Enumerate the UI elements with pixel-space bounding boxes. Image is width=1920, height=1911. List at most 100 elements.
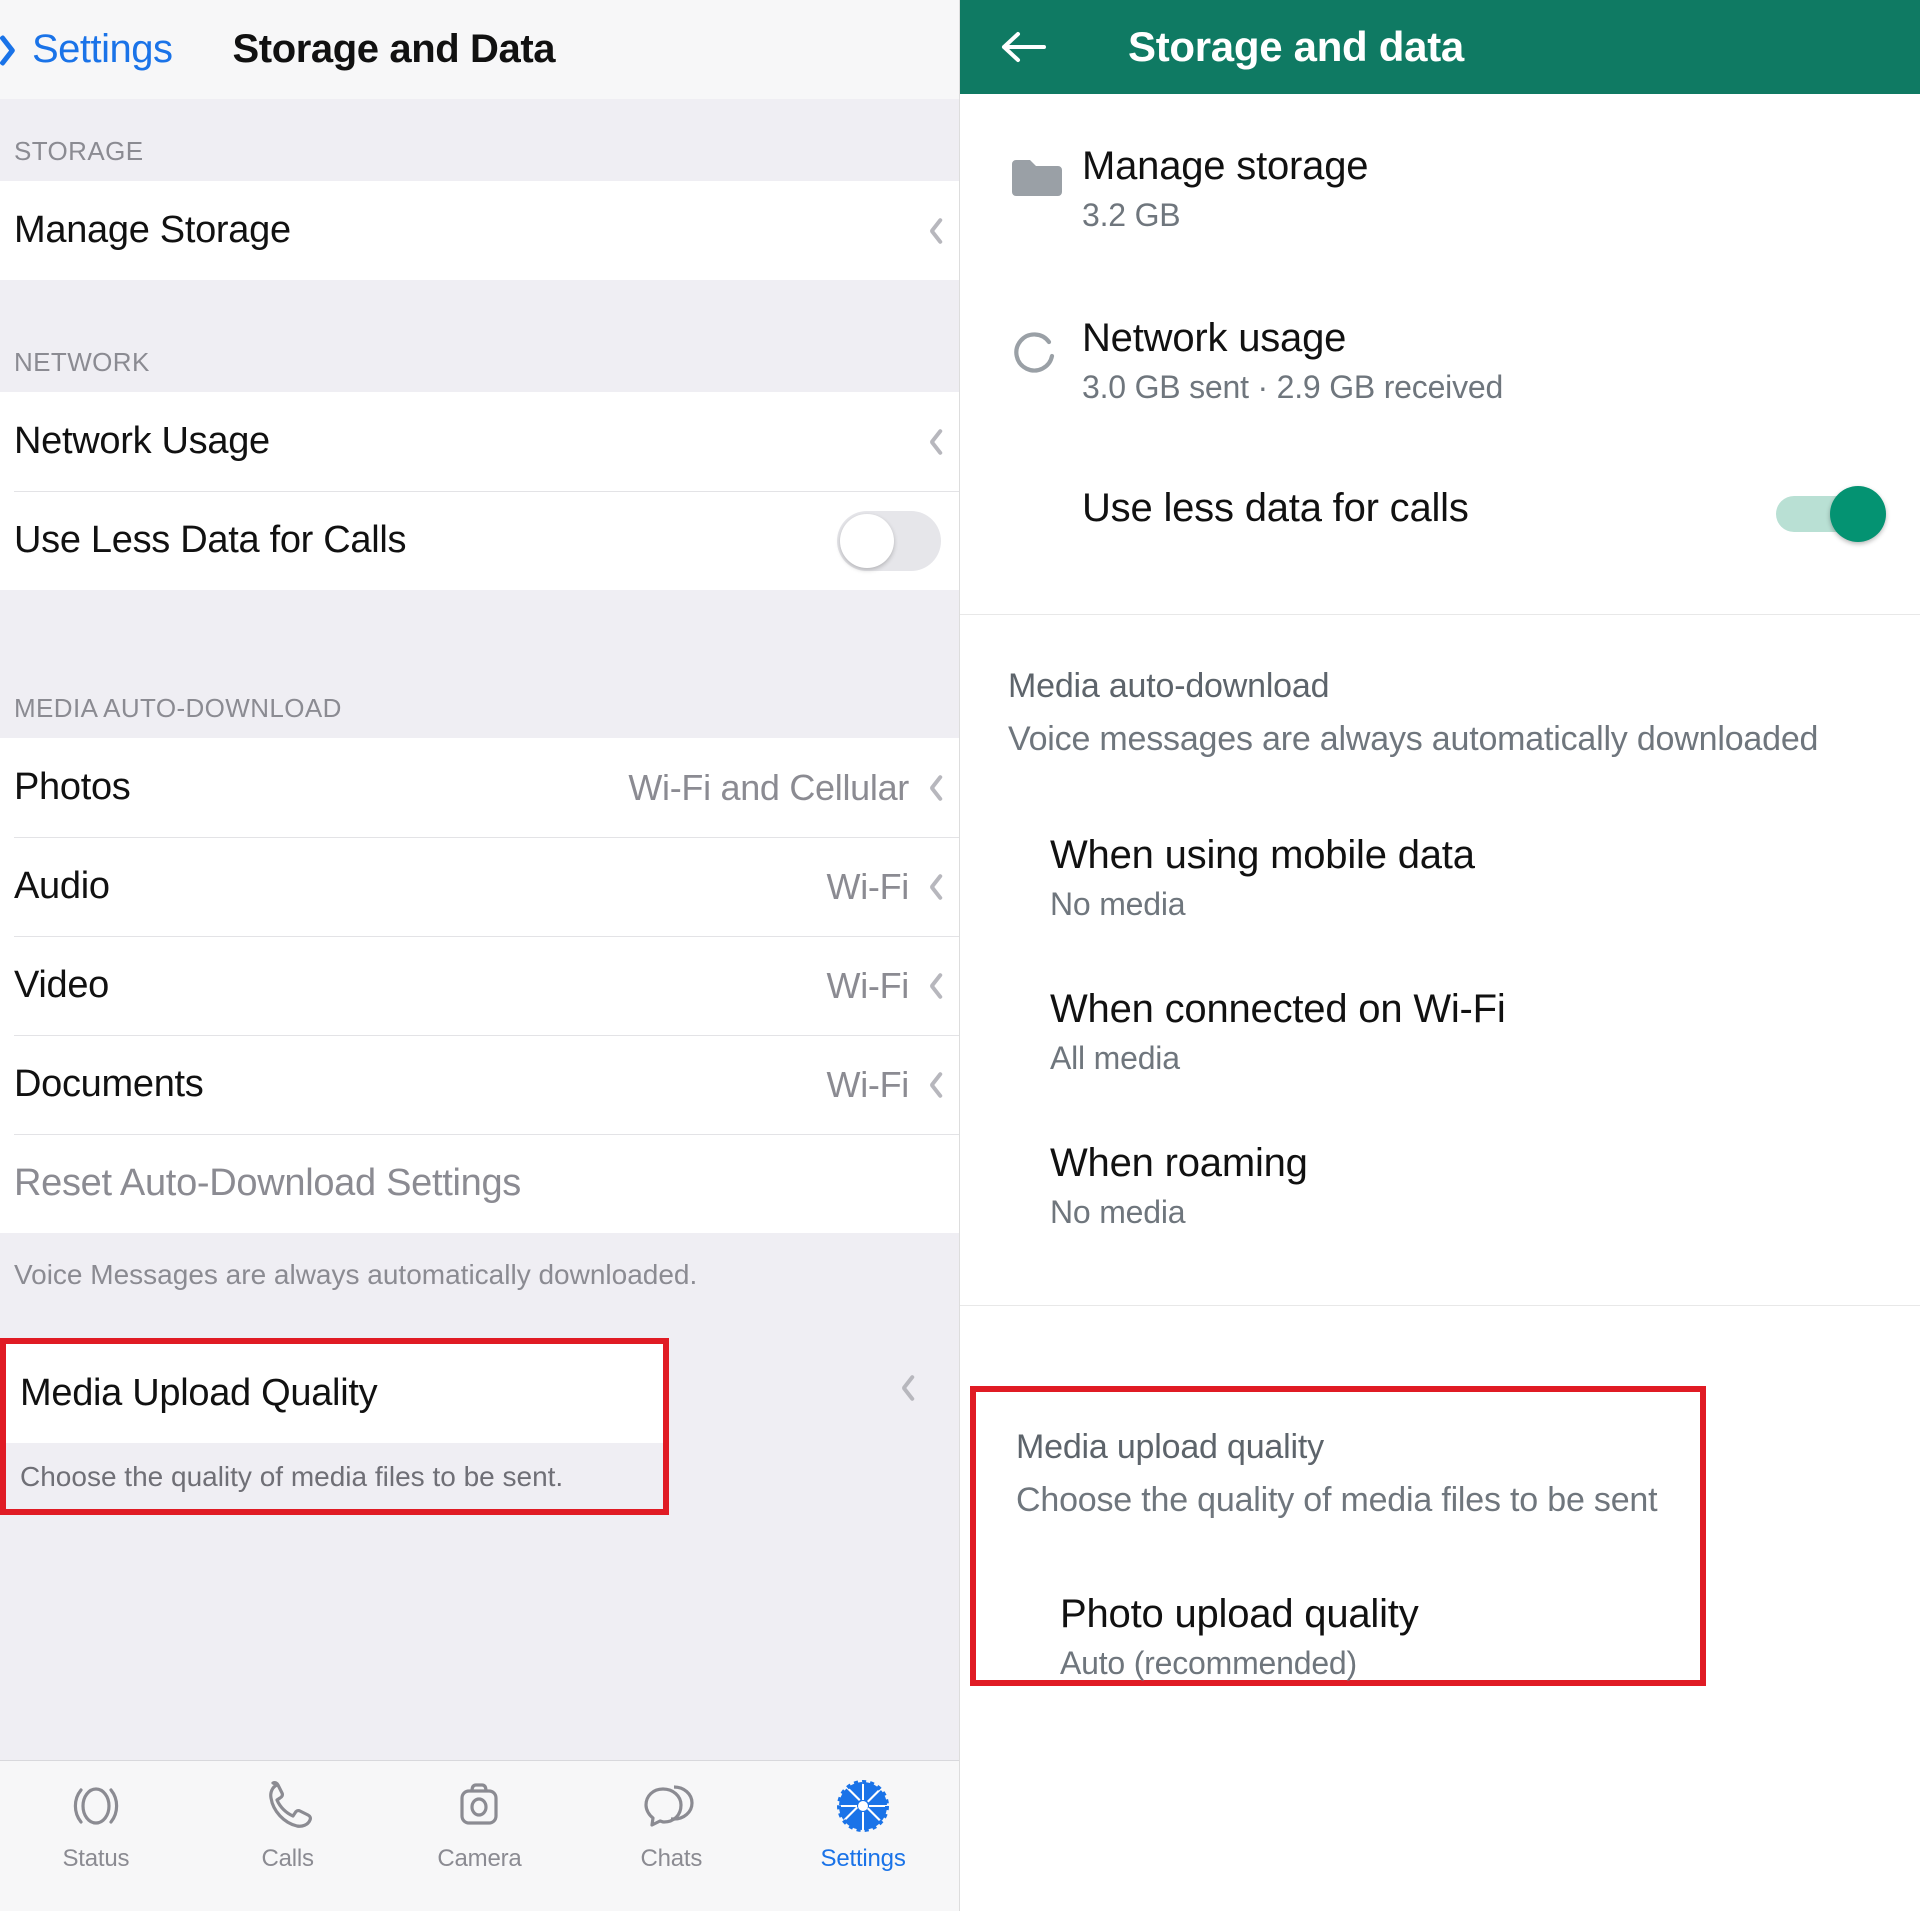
empty-icon-slot [1008,503,1082,513]
row-use-less-data-for-calls[interactable]: Use Less Data for Calls [0,491,959,590]
ios-back-label: Settings [32,27,173,71]
tab-settings[interactable]: Settings [767,1775,959,1873]
use-less-data-toggle[interactable] [1776,486,1886,542]
android-settings-list: Manage storage 3.2 GB Network usage 3.0 … [960,94,1920,1911]
row-video-value: Wi-Fi [826,964,910,1006]
media-upload-quality-subtitle: Choose the quality of media files to be … [1016,1481,1658,1519]
refresh-circle-icon [1008,316,1082,385]
toggle-knob [1830,486,1886,542]
row-audio-value: Wi-Fi [826,865,910,907]
chevron-left-icon [4,31,26,69]
ios-whatsapp-panel: Settings Storage and Data STORAGE Manage… [0,0,960,1911]
arrow-left-icon[interactable] [998,27,1048,67]
row-manage-storage-title: Manage storage [1082,144,1369,188]
toggle-knob [840,513,894,568]
row-network-usage-stats: 3.0 GB sent · 2.9 GB received [1082,369,1504,405]
row-documents-value: Wi-Fi [826,1063,910,1105]
row-documents[interactable]: Documents Wi-Fi [0,1035,959,1134]
media-upload-quality-highlight: Media Upload Quality Choose the quality … [0,1338,669,1515]
page-title: Storage and data [1128,23,1464,70]
network-usage-texts: Network usage 3.0 GB sent · 2.9 GB recei… [1082,316,1880,406]
row-use-less-data-for-calls[interactable]: Use less data for calls [960,406,1920,614]
row-reset-auto-download-settings[interactable]: Reset Auto-Download Settings [0,1134,959,1233]
row-photo-upload-quality[interactable]: Photo upload quality Auto (recommended) [976,1520,1700,1682]
row-photos-value: Wi-Fi and Cellular [628,766,909,808]
use-less-data-texts: Use less data for calls [1082,486,1776,531]
tab-status[interactable]: Status [0,1775,192,1873]
row-video[interactable]: Video Wi-Fi [0,936,959,1035]
ios-tab-bar: Status Calls Camera Chats Settings [0,1760,959,1911]
tab-calls[interactable]: Calls [192,1775,384,1873]
row-audio-label: Audio [14,865,110,907]
chevron-right-icon [923,215,941,247]
tab-status-label: Status [62,1845,130,1872]
chevron-right-icon [923,1069,941,1101]
camera-icon [451,1775,507,1837]
ios-back-button[interactable]: Settings [4,27,173,72]
gear-icon [833,1775,893,1837]
chevron-right-icon [923,970,941,1002]
row-when-using-mobile-data-title: When using mobile data [1050,833,1475,877]
ios-navigation-bar: Settings Storage and Data [0,0,959,99]
section-header-media-auto-download: MEDIA AUTO-DOWNLOAD [0,590,959,738]
media-auto-download-subtitle: Voice messages are always automatically … [1008,720,1819,758]
voice-messages-footnote: Voice Messages are always automatically … [0,1233,959,1338]
chevron-right-icon [895,1372,913,1404]
row-reset-label: Reset Auto-Download Settings [14,1162,522,1204]
row-manage-storage-size: 3.2 GB [1082,197,1181,233]
tab-camera-label: Camera [437,1845,522,1872]
row-when-using-mobile-data[interactable]: When using mobile data No media [960,759,1920,923]
row-use-less-data-label: Use Less Data for Calls [14,519,407,561]
row-manage-storage[interactable]: Manage Storage [0,181,959,280]
row-photos[interactable]: Photos Wi-Fi and Cellular [0,738,959,837]
dual-phone-comparison-screenshot: Settings Storage and Data STORAGE Manage… [0,0,1920,1911]
row-when-roaming[interactable]: When roaming No media [960,1077,1920,1231]
row-when-connected-on-wifi-value: All media [1050,1040,1180,1076]
media-upload-quality-title: Media upload quality [1016,1428,1324,1466]
section-header-network: NETWORK [0,280,959,392]
row-manage-storage-label: Manage Storage [14,209,291,251]
row-network-usage-title: Network usage [1082,316,1347,360]
folder-icon [1008,144,1082,207]
row-manage-storage[interactable]: Manage storage 3.2 GB [960,94,1920,234]
tab-camera[interactable]: Camera [384,1775,576,1873]
chat-bubbles-icon [641,1775,701,1837]
android-whatsapp-panel: Storage and data Manage storage 3.2 GB N… [960,0,1920,1911]
row-when-using-mobile-data-value: No media [1050,886,1186,922]
tab-calls-label: Calls [261,1845,315,1872]
manage-storage-texts: Manage storage 3.2 GB [1082,144,1880,234]
use-less-data-toggle[interactable] [837,510,941,571]
row-photos-label: Photos [14,766,131,808]
page-title: Storage and Data [232,27,556,71]
tab-chats-label: Chats [640,1845,703,1872]
row-audio[interactable]: Audio Wi-Fi [0,837,959,936]
row-network-usage[interactable]: Network usage 3.0 GB sent · 2.9 GB recei… [960,234,1920,406]
row-photo-upload-quality-title: Photo upload quality [1060,1592,1419,1636]
ios-settings-list: STORAGE Manage Storage NETWORK Network U… [0,99,959,1760]
media-auto-download-title: Media auto-download [1008,667,1330,705]
android-app-bar: Storage and data [960,0,1920,94]
tab-chats[interactable]: Chats [575,1775,767,1873]
row-documents-label: Documents [14,1063,204,1105]
media-upload-quality-group: Media upload quality Choose the quality … [976,1392,1700,1682]
row-video-label: Video [14,964,110,1006]
row-when-roaming-title: When roaming [1050,1141,1308,1185]
row-use-less-data-label: Use less data for calls [1082,485,1469,530]
row-network-usage-label: Network Usage [14,420,270,462]
row-network-usage[interactable]: Network Usage [0,392,959,491]
row-photo-upload-quality-value: Auto (recommended) [1060,1645,1357,1681]
chevron-right-icon [923,426,941,458]
row-when-connected-on-wifi-title: When connected on Wi-Fi [1050,987,1506,1031]
media-upload-quality-highlight: Media upload quality Choose the quality … [970,1386,1706,1686]
tab-settings-label: Settings [820,1845,906,1872]
row-when-connected-on-wifi[interactable]: When connected on Wi-Fi All media [960,923,1920,1077]
row-when-roaming-value: No media [1050,1194,1186,1230]
row-media-upload-quality[interactable]: Media Upload Quality [6,1344,663,1443]
chevron-right-icon [923,772,941,804]
chevron-right-icon [923,871,941,903]
media-upload-quality-group: Media Upload Quality Choose the quality … [6,1344,663,1509]
media-auto-download-group: Media auto-download Voice messages are a… [960,615,1920,759]
row-media-upload-quality-label: Media Upload Quality [20,1372,378,1414]
phone-icon [260,1775,316,1837]
status-ring-icon [68,1775,124,1837]
